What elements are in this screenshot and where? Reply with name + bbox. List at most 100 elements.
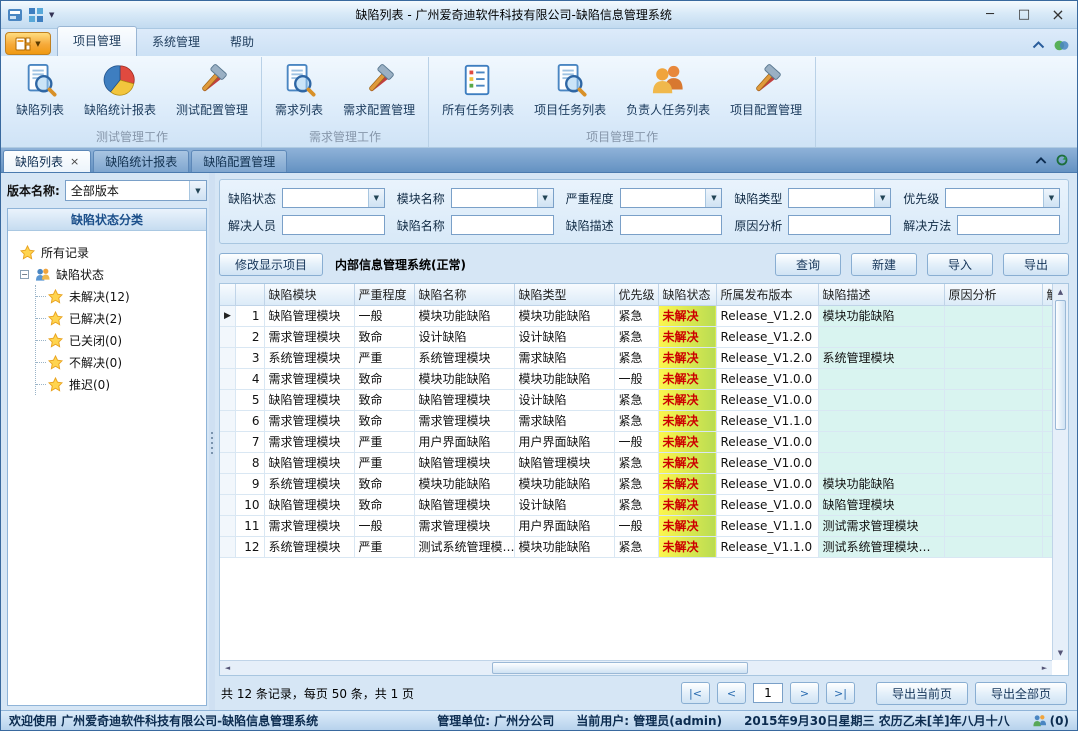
- cell-priority[interactable]: 一般: [614, 515, 658, 536]
- cell-cause[interactable]: [944, 410, 1042, 431]
- cell-name[interactable]: 缺陷管理模块: [414, 452, 514, 473]
- doc-tab-2[interactable]: 缺陷配置管理: [191, 150, 287, 172]
- cell-severity[interactable]: 致命: [354, 389, 414, 410]
- export-all-pages-button[interactable]: 导出全部页: [975, 682, 1067, 705]
- cell-name[interactable]: 设计缺陷: [414, 326, 514, 347]
- close-icon[interactable]: ×: [70, 155, 79, 168]
- cell-cause[interactable]: [944, 494, 1042, 515]
- cell-solution[interactable]: [1042, 410, 1052, 431]
- cell-solution[interactable]: [1042, 326, 1052, 347]
- grid-row[interactable]: 8缺陷管理模块严重缺陷管理模块缺陷管理模块紧急未解决Release_V1.0.0: [220, 452, 1052, 473]
- cell-solution[interactable]: [1042, 515, 1052, 536]
- import-button[interactable]: 导入: [927, 253, 993, 276]
- grid-row[interactable]: 11需求管理模块一般需求管理模块用户界面缺陷一般未解决Release_V1.1.…: [220, 515, 1052, 536]
- cell-priority[interactable]: 紧急: [614, 305, 658, 326]
- cell-type[interactable]: 模块功能缺陷: [514, 473, 614, 494]
- cell-status[interactable]: 未解决: [658, 536, 716, 557]
- cell-name[interactable]: 模块功能缺陷: [414, 473, 514, 494]
- cell-priority[interactable]: 紧急: [614, 410, 658, 431]
- cell-cause[interactable]: [944, 347, 1042, 368]
- cell-solution[interactable]: [1042, 452, 1052, 473]
- cell-desc[interactable]: 模块功能缺陷: [818, 305, 944, 326]
- cell-severity[interactable]: 一般: [354, 305, 414, 326]
- grid-column-header-7[interactable]: 缺陷状态: [658, 284, 716, 305]
- cell-status[interactable]: 未解决: [658, 305, 716, 326]
- cell-module[interactable]: 缺陷管理模块: [264, 389, 354, 410]
- cell-version[interactable]: Release_V1.2.0: [716, 326, 818, 347]
- cell-type[interactable]: 需求缺陷: [514, 347, 614, 368]
- new-button[interactable]: 新建: [851, 253, 917, 276]
- cell-severity[interactable]: 致命: [354, 410, 414, 431]
- cell-type[interactable]: 设计缺陷: [514, 389, 614, 410]
- cell-cause[interactable]: [944, 515, 1042, 536]
- cell-module[interactable]: 缺陷管理模块: [264, 305, 354, 326]
- cell-version[interactable]: Release_V1.0.0: [716, 389, 818, 410]
- first-page-button[interactable]: |<: [681, 682, 710, 704]
- grid-column-header-10[interactable]: 原因分析: [944, 284, 1042, 305]
- chevron-down-icon[interactable]: ▼: [1043, 189, 1059, 207]
- grid-row[interactable]: 12系统管理模块严重测试系统管理模…模块功能缺陷紧急未解决Release_V1.…: [220, 536, 1052, 557]
- grid-column-header-3[interactable]: 严重程度: [354, 284, 414, 305]
- grid-row[interactable]: 3系统管理模块严重系统管理模块需求缺陷紧急未解决Release_V1.2.0系统…: [220, 347, 1052, 368]
- cell-solution[interactable]: [1042, 389, 1052, 410]
- cell-desc[interactable]: 缺陷管理模块: [818, 494, 944, 515]
- ribbon-tab-0[interactable]: 项目管理: [57, 26, 137, 56]
- cell-cause[interactable]: [944, 473, 1042, 494]
- cell-cause[interactable]: [944, 326, 1042, 347]
- cell-severity[interactable]: 致命: [354, 326, 414, 347]
- grid-row[interactable]: 2需求管理模块致命设计缺陷设计缺陷紧急未解决Release_V1.2.0: [220, 326, 1052, 347]
- grid-column-header-8[interactable]: 所属发布版本: [716, 284, 818, 305]
- filter-select-3[interactable]: ▼: [788, 188, 891, 208]
- row-selector[interactable]: [220, 536, 235, 557]
- cell-name[interactable]: 用户界面缺陷: [414, 431, 514, 452]
- cell-desc[interactable]: [818, 389, 944, 410]
- titlebar[interactable]: ▼ 缺陷列表 - 广州爱奇迪软件科技有限公司-缺陷信息管理系统 ─ □ ×: [1, 1, 1077, 29]
- cell-solution[interactable]: [1042, 494, 1052, 515]
- ribbon-button-1-0[interactable]: 需求列表: [265, 57, 333, 120]
- cell-name[interactable]: 需求管理模块: [414, 515, 514, 536]
- cell-status[interactable]: 未解决: [658, 410, 716, 431]
- cell-version[interactable]: Release_V1.0.0: [716, 452, 818, 473]
- cell-priority[interactable]: 一般: [614, 431, 658, 452]
- filter-select-2[interactable]: ▼: [620, 188, 723, 208]
- cell-version[interactable]: Release_V1.2.0: [716, 305, 818, 326]
- grid-row[interactable]: 6需求管理模块致命需求管理模块需求缺陷紧急未解决Release_V1.1.0: [220, 410, 1052, 431]
- maximize-button[interactable]: □: [1007, 4, 1041, 26]
- application-menu-button[interactable]: ▼: [5, 32, 51, 55]
- ribbon-button-2-1[interactable]: 项目任务列表: [524, 57, 616, 120]
- grid-column-header-4[interactable]: 缺陷名称: [414, 284, 514, 305]
- filter-input-3[interactable]: [789, 216, 890, 234]
- grid-row[interactable]: 7需求管理模块严重用户界面缺陷用户界面缺陷一般未解决Release_V1.0.0: [220, 431, 1052, 452]
- cell-desc[interactable]: 测试需求管理模块: [818, 515, 944, 536]
- grid-column-header-9[interactable]: 缺陷描述: [818, 284, 944, 305]
- version-select[interactable]: 全部版本 ▼: [65, 180, 207, 201]
- cell-severity[interactable]: 致命: [354, 473, 414, 494]
- cell-version[interactable]: Release_V1.0.0: [716, 431, 818, 452]
- cell-desc[interactable]: [818, 368, 944, 389]
- cell-module[interactable]: 系统管理模块: [264, 473, 354, 494]
- modify-columns-button[interactable]: 修改显示项目: [219, 253, 323, 276]
- cell-name[interactable]: 缺陷管理模块: [414, 389, 514, 410]
- chevron-down-icon[interactable]: ▼: [537, 189, 553, 207]
- cell-module[interactable]: 需求管理模块: [264, 431, 354, 452]
- ribbon-button-2-2[interactable]: 负责人任务列表: [616, 57, 720, 120]
- cell-solution[interactable]: [1042, 347, 1052, 368]
- cell-type[interactable]: 设计缺陷: [514, 494, 614, 515]
- row-selector[interactable]: [220, 494, 235, 515]
- grid-row[interactable]: 10缺陷管理模块致命缺陷管理模块设计缺陷紧急未解决Release_V1.0.0缺…: [220, 494, 1052, 515]
- cell-version[interactable]: Release_V1.0.0: [716, 368, 818, 389]
- cell-status[interactable]: 未解决: [658, 326, 716, 347]
- row-selector[interactable]: [220, 389, 235, 410]
- cell-priority[interactable]: 一般: [614, 368, 658, 389]
- row-selector[interactable]: [220, 473, 235, 494]
- cell-solution[interactable]: [1042, 473, 1052, 494]
- filter-select-0[interactable]: ▼: [282, 188, 385, 208]
- app-logo-icon[interactable]: [7, 7, 23, 23]
- ribbon-button-2-3[interactable]: 项目配置管理: [720, 57, 812, 120]
- cell-status[interactable]: 未解决: [658, 347, 716, 368]
- cell-priority[interactable]: 紧急: [614, 347, 658, 368]
- cell-name[interactable]: 缺陷管理模块: [414, 494, 514, 515]
- cell-name[interactable]: 需求管理模块: [414, 410, 514, 431]
- ribbon-button-2-0[interactable]: 所有任务列表: [432, 57, 524, 120]
- tree-item[interactable]: 已关闭(0): [36, 329, 202, 351]
